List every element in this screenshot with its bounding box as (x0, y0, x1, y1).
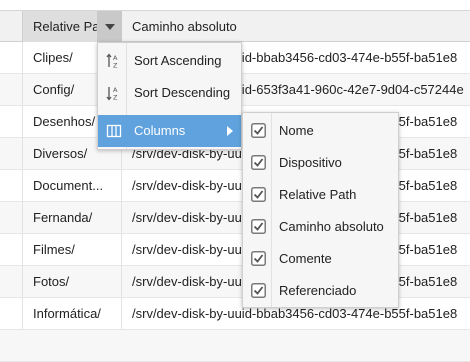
submenu-arrow-icon (227, 126, 233, 136)
column-toggle-caminho-absoluto[interactable]: Caminho absoluto (243, 211, 398, 243)
menu-item-label: Sort Descending (134, 85, 231, 100)
column-header-absolute-path[interactable]: Caminho absoluto (122, 11, 470, 42)
table-row[interactable]: Informática/ /srv/dev-disk-by-uuid-bbab3… (0, 298, 470, 330)
column-toggle-dispositivo[interactable]: Dispositivo (243, 147, 398, 179)
column-toggle-label: Dispositivo (279, 155, 342, 170)
cell-relative-path: Filmes/ (22, 234, 122, 265)
checkbox-checked-icon[interactable] (251, 219, 266, 234)
column-toggle-comente[interactable]: Comente (243, 243, 398, 275)
column-toggle-nome[interactable]: Nome (243, 115, 398, 147)
column-toggle-label: Caminho absoluto (279, 219, 384, 234)
checkbox-checked-icon[interactable] (251, 155, 266, 170)
menu-item-sort-ascending[interactable]: A Z Sort Ascending (98, 45, 241, 77)
grid-header: Relative Pa Caminho absoluto (0, 10, 470, 42)
column-menu-trigger[interactable] (97, 11, 122, 42)
column-toggle-label: Nome (279, 123, 314, 138)
column-toggle-relative-path[interactable]: Relative Path (243, 179, 398, 211)
checkbox-checked-icon[interactable] (251, 251, 266, 266)
checkbox-checked-icon[interactable] (251, 187, 266, 202)
menu-item-sort-descending[interactable]: A Z Sort Descending (98, 77, 241, 109)
svg-text:Z: Z (113, 94, 118, 102)
column-toggle-label: Comente (279, 251, 332, 266)
svg-text:Z: Z (113, 62, 118, 70)
table-row[interactable]: Filmes/ /srv/dev-disk-by-uuid-bbab3456-c… (0, 234, 470, 266)
sort-ascending-icon: A Z (106, 53, 118, 70)
column-toggle-referenciado[interactable]: Referenciado (243, 275, 398, 307)
checkbox-checked-icon[interactable] (251, 283, 266, 298)
checkbox-checked-icon[interactable] (251, 123, 266, 138)
table-row[interactable]: Fotos/ /srv/dev-disk-by-uuid-bbab3456-cd… (0, 266, 470, 298)
cell-relative-path: Document... (22, 170, 122, 201)
cell-relative-path: Fernanda/ (22, 202, 122, 233)
column-toggle-label: Referenciado (279, 283, 357, 298)
menu-item-label: Sort Ascending (134, 53, 222, 68)
table-row[interactable]: Fernanda/ /srv/dev-disk-by-uuid-bbab3456… (0, 202, 470, 234)
menu-item-label: Columns (134, 123, 186, 138)
column-header-menu: A Z Sort Ascending A Z Sort Descending C… (97, 42, 242, 150)
cell-relative-path: Fotos/ (22, 266, 122, 297)
column-toggle-label: Relative Path (279, 187, 357, 202)
cell-relative-path: Informática/ (22, 298, 122, 329)
columns-icon (106, 124, 122, 138)
table-row[interactable] (0, 330, 470, 362)
menu-item-columns[interactable]: Columns (98, 115, 241, 147)
sort-descending-icon: A Z (106, 86, 118, 102)
columns-submenu: Nome Dispositivo Relative Path Caminho a… (242, 112, 399, 308)
table-row[interactable]: Document... /srv/dev-disk-by-uuid-bbab34… (0, 170, 470, 202)
